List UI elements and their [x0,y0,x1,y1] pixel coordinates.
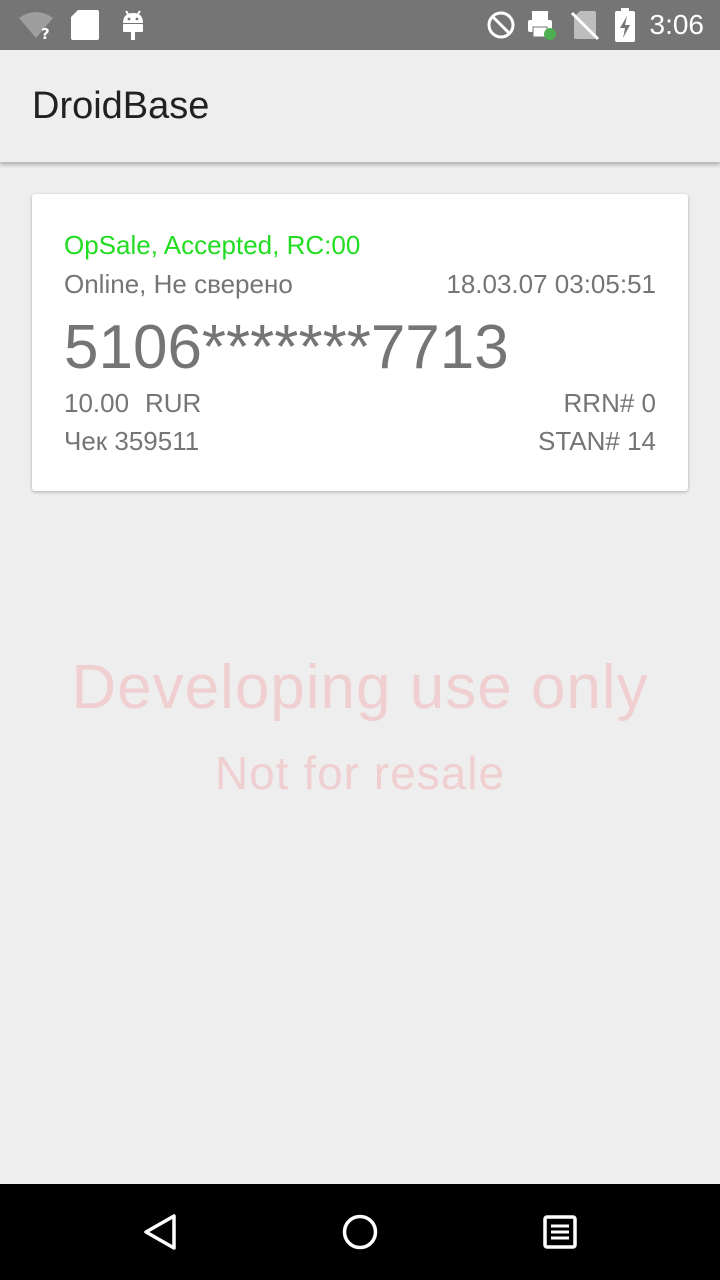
transaction-datetime: 18.03.07 03:05:51 [446,269,656,299]
printer-icon [524,0,558,50]
app-bar: DroidBase [0,50,720,162]
status-bar: ? 3:06 [0,0,720,50]
transaction-stan: STAN# 14 [537,426,656,456]
transaction-mode: Online, Не сверено [64,269,293,299]
wifi-question-icon: ? [16,0,56,50]
svg-text:?: ? [41,25,50,40]
do-not-disturb-icon [484,0,518,50]
android-icon [116,0,150,50]
recents-icon [543,1215,577,1249]
watermark-developing: Developing use only [71,653,649,722]
receipt-number: Чек 359511 [64,426,200,456]
transaction-status: OpSale, Accepted, RC:00 [64,230,361,260]
watermark-not-for-resale: Not for resale [214,747,506,799]
transaction-currency: RUR [145,388,202,418]
transaction-card[interactable]: OpSale, Accepted, RC:00 Online, Не свере… [32,194,688,491]
back-icon [144,1214,176,1250]
battery-charging-icon [610,0,640,50]
card-number: 5106*******7713 [64,313,509,382]
transaction-amount: 10.00 [64,388,130,418]
clock: 3:06 [649,9,705,40]
home-icon [342,1214,378,1250]
recents-button[interactable] [512,1184,608,1280]
transaction-rrn: RRN# 0 [563,388,656,418]
navigation-bar [0,1184,720,1280]
sd-card-icon [68,0,102,50]
home-button[interactable] [312,1184,408,1280]
no-sim-icon [568,0,602,50]
back-button[interactable] [112,1184,208,1280]
app-title: DroidBase [32,85,210,127]
